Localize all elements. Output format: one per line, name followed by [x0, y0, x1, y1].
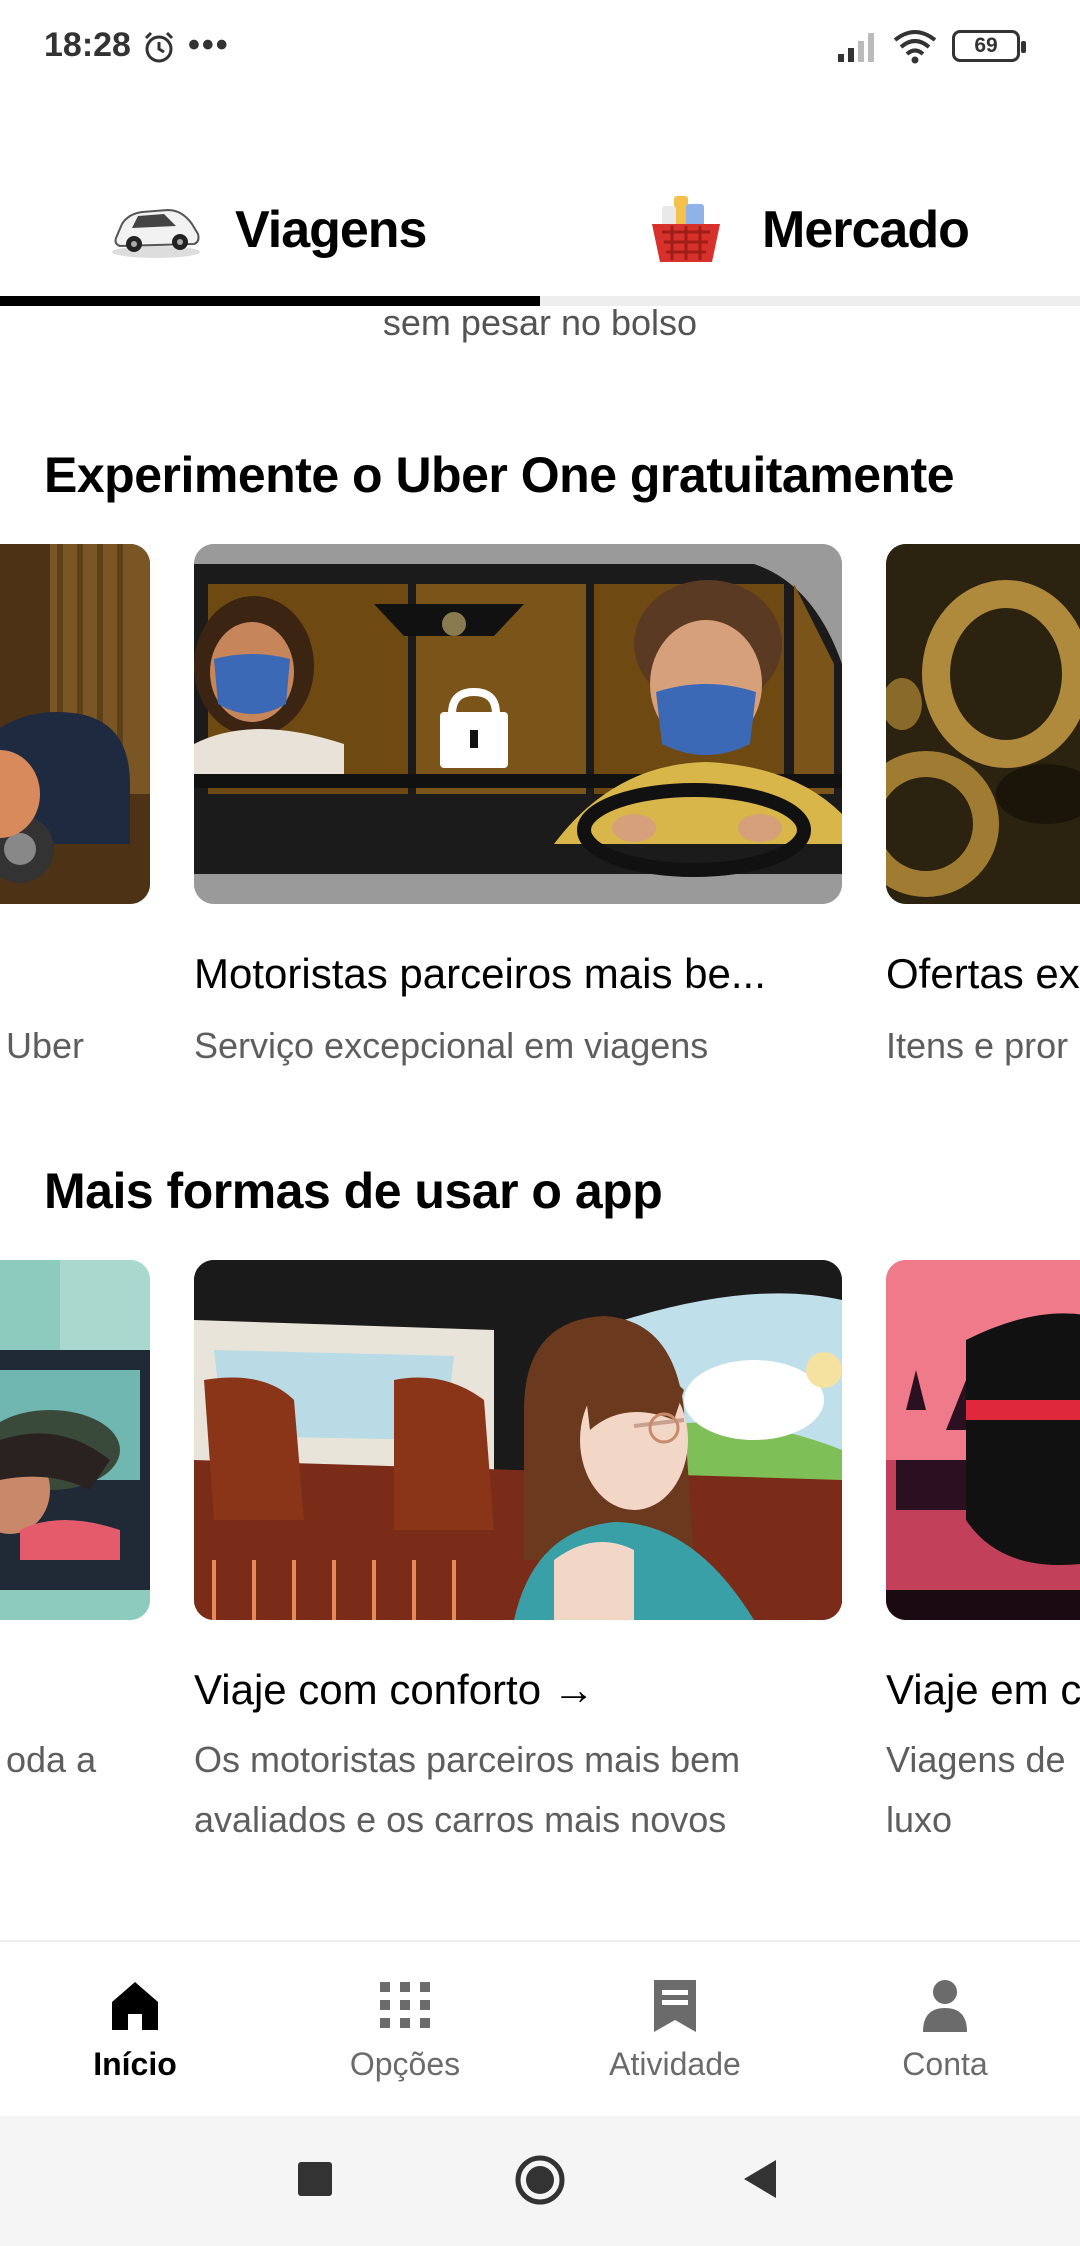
person-icon — [923, 1980, 967, 2032]
nav-conta-label: Conta — [902, 2046, 988, 2082]
uber-one-card-title-2[interactable]: Motoristas parceiros mais be... — [194, 950, 766, 998]
top-subtitle: sem pesar no bolso — [382, 302, 698, 343]
system-navigation-bar — [0, 2116, 1080, 2246]
status-more-dots: ••• — [188, 26, 230, 64]
more-ways-card-image-2[interactable] — [194, 1260, 842, 1620]
tab-viagens[interactable]: Viagens — [0, 170, 540, 302]
wifi-icon — [893, 30, 937, 64]
more-ways-card-image-3[interactable] — [886, 1260, 1080, 1620]
grid-icon — [380, 1982, 430, 2028]
battery-icon: 69 — [952, 30, 1026, 62]
nav-atividade[interactable]: Atividade — [540, 1942, 810, 2118]
comfort-ride-illustration — [194, 1260, 842, 1620]
nav-opcoes[interactable]: Opções — [270, 1942, 540, 2118]
uber-one-card-image-3[interactable] — [886, 544, 1080, 904]
more-ways-card-image-1[interactable] — [0, 1260, 150, 1620]
nav-conta[interactable]: Conta — [810, 1942, 1080, 2118]
uber-one-card-image-1[interactable] — [0, 544, 150, 904]
home-icon — [112, 1982, 158, 2030]
more-ways-card-desc-2-line-2: avaliados e os carros mais novos — [194, 1799, 727, 1840]
nav-atividade-label: Atividade — [609, 2046, 741, 2082]
receipt-icon — [654, 1980, 696, 2032]
nav-inicio[interactable]: Início — [0, 1942, 270, 2118]
status-time: 18:28 — [44, 26, 131, 64]
status-bar: 18:28 ••• 69 — [0, 0, 1080, 96]
car-ride-illustration — [0, 1260, 150, 1620]
battery-level: 69 — [974, 34, 998, 57]
offers-illustration — [886, 544, 1080, 904]
home-button-icon[interactable] — [514, 2154, 566, 2206]
more-ways-card-title-2[interactable]: Viaje com conforto → — [194, 1666, 595, 1714]
tab-viagens-label: Viagens — [235, 201, 427, 259]
back-icon[interactable] — [742, 2158, 778, 2200]
grocery-basket-icon — [652, 196, 720, 262]
signal-icon — [838, 33, 874, 62]
more-ways-card-title-3[interactable]: Viaje em c — [886, 1666, 1080, 1714]
nav-inicio-label: Início — [93, 2046, 177, 2082]
car-illustration — [0, 544, 150, 904]
more-ways-card-desc-3-line-1: Viagens de — [886, 1739, 1066, 1780]
uber-one-card-desc-1: Uber — [6, 1025, 85, 1066]
uber-one-card-image-2[interactable] — [194, 544, 842, 904]
more-ways-card-desc-1: oda a — [6, 1739, 97, 1780]
alarm-icon — [144, 31, 174, 63]
section-title-uber-one: Experimente o Uber One gratuitamente — [44, 447, 955, 503]
nav-opcoes-label: Opções — [349, 2046, 461, 2082]
drivers-illustration — [194, 544, 842, 904]
recent-apps-icon[interactable] — [298, 2162, 332, 2196]
tab-mercado-label: Mercado — [762, 201, 970, 259]
more-ways-card-desc-3-line-2: luxo — [886, 1799, 953, 1840]
bottom-navigation: Início Opções Atividade Conta — [0, 1940, 1080, 2118]
section-title-more-ways: Mais formas de usar o app — [44, 1163, 663, 1219]
car-icon — [112, 208, 200, 258]
luxury-ride-illustration — [886, 1260, 1080, 1620]
more-ways-card-desc-2-line-1: Os motoristas parceiros mais bem — [194, 1739, 741, 1780]
uber-one-card-desc-3: Itens e pror — [886, 1025, 1069, 1066]
uber-one-card-desc-2: Serviço excepcional em viagens — [194, 1025, 709, 1066]
uber-one-card-title-3[interactable]: Ofertas ex — [886, 950, 1080, 998]
service-tabs: Viagens Mercado — [0, 170, 1080, 310]
tab-mercado[interactable]: Mercado — [540, 170, 1080, 302]
